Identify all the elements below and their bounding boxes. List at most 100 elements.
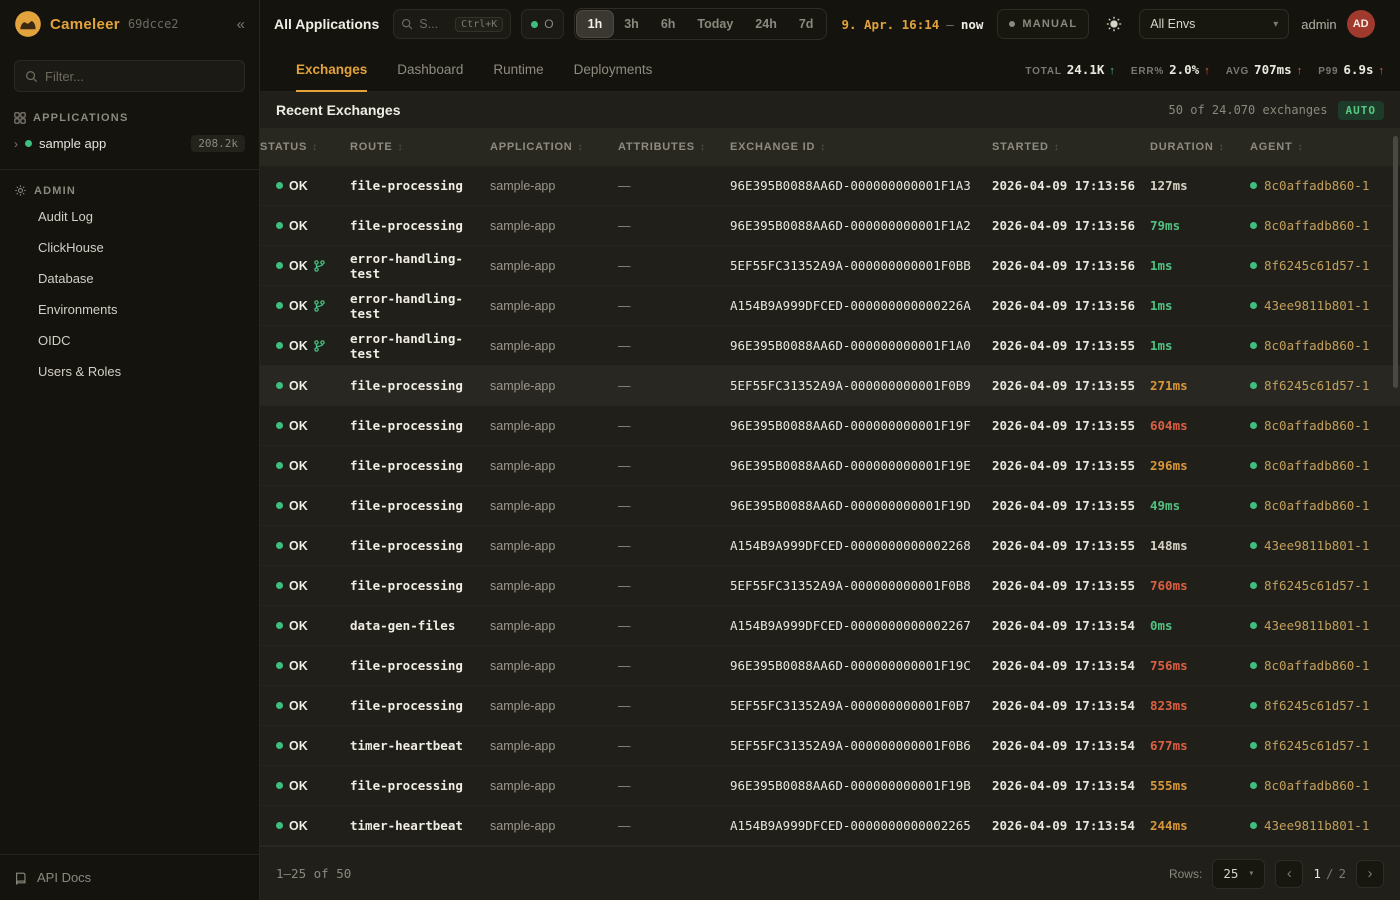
admin-nav-item[interactable]: ClickHouse: [0, 232, 259, 263]
column-label: EXCHANGE ID: [730, 141, 815, 153]
application-cell: sample-app: [490, 819, 618, 833]
application-cell: sample-app: [490, 179, 618, 193]
route-cell: file-processing: [350, 378, 490, 393]
application-tree-item[interactable]: › sample app 208.2k: [0, 128, 259, 159]
status-label: OK: [289, 539, 308, 553]
column-header[interactable]: APPLICATION ↕: [490, 141, 618, 153]
manual-status-dot: [1009, 21, 1015, 27]
tab[interactable]: Exchanges: [296, 48, 367, 91]
rows-per-page-select[interactable]: 25 ▾: [1212, 859, 1265, 889]
column-header[interactable]: ROUTE ↕: [350, 141, 490, 153]
duration-cell: 127ms: [1150, 178, 1250, 193]
theme-toggle-button[interactable]: [1099, 9, 1129, 39]
keyboard-shortcut-badge: Ctrl+K: [455, 17, 503, 32]
exchange-row[interactable]: OK file-processing sample-app — 5EF55FC3…: [260, 686, 1400, 726]
exchange-row[interactable]: OK file-processing sample-app — 5EF55FC3…: [260, 566, 1400, 606]
date-range[interactable]: 9. Apr. 16:14 – now: [841, 17, 983, 32]
date-range-end: now: [961, 17, 984, 32]
attributes-cell: —: [618, 739, 730, 753]
route-cell: error-handling-test: [350, 331, 490, 361]
exchange-row[interactable]: OK file-processing sample-app — 96E395B0…: [260, 206, 1400, 246]
exchange-row[interactable]: OK file-processing sample-app — 96E395B0…: [260, 486, 1400, 526]
manual-refresh-button[interactable]: MANUAL: [997, 9, 1089, 39]
agent-cell: 8f6245c61d57-1: [1250, 738, 1400, 753]
exchange-row[interactable]: OK file-processing sample-app — 96E395B0…: [260, 766, 1400, 806]
agent-id: 8f6245c61d57-1: [1264, 378, 1369, 393]
topbar: All Applications S... Ctrl+K O 1h 3h: [260, 0, 1400, 48]
application-cell: sample-app: [490, 459, 618, 473]
next-page-button[interactable]: ›: [1356, 860, 1384, 888]
vertical-scrollbar[interactable]: [1393, 136, 1398, 388]
search-input[interactable]: S... Ctrl+K: [393, 9, 511, 39]
agent-id: 43ee9811b801-1: [1264, 818, 1369, 833]
column-header[interactable]: STATUS ↕: [260, 141, 350, 153]
tab[interactable]: Dashboard: [397, 48, 463, 91]
exchange-row[interactable]: OK timer-heartbeat sample-app — 5EF55FC3…: [260, 726, 1400, 766]
status-cell: OK: [260, 419, 350, 433]
api-docs-link[interactable]: API Docs: [0, 854, 259, 900]
exchange-row[interactable]: OK file-processing sample-app — 96E395B0…: [260, 166, 1400, 206]
column-header[interactable]: ATTRIBUTES ↕: [618, 141, 730, 153]
column-header[interactable]: AGENT ↕: [1250, 141, 1400, 153]
column-header[interactable]: DURATION ↕: [1150, 141, 1250, 153]
avatar[interactable]: AD: [1347, 10, 1375, 38]
chevron-right-icon: ›: [14, 137, 18, 151]
admin-nav-item[interactable]: OIDC: [0, 325, 259, 356]
time-range-button[interactable]: Today: [686, 11, 744, 37]
admin-section-label: ADMIN: [34, 185, 76, 197]
route-cell: file-processing: [350, 578, 490, 593]
admin-nav-item[interactable]: Audit Log: [0, 201, 259, 232]
time-range-button[interactable]: 1h: [577, 11, 614, 37]
application-cell: sample-app: [490, 379, 618, 393]
exchange-row[interactable]: OK file-processing sample-app — 96E395B0…: [260, 646, 1400, 686]
agent-id: 8c0affadb860-1: [1264, 458, 1369, 473]
application-cell: sample-app: [490, 779, 618, 793]
exchange-row[interactable]: OK file-processing sample-app — A154B9A9…: [260, 526, 1400, 566]
exchange-id-cell: 5EF55FC31352A9A-000000000001F0B9: [730, 378, 992, 393]
started-cell: 2026-04-09 17:13:56: [992, 178, 1150, 193]
tab[interactable]: Deployments: [574, 48, 653, 91]
exchange-row[interactable]: OK error-handling-test sample-app — A154…: [260, 286, 1400, 326]
admin-nav-item[interactable]: Users & Roles: [0, 356, 259, 387]
agent-id: 8c0affadb860-1: [1264, 418, 1369, 433]
admin-nav-item[interactable]: Database: [0, 263, 259, 294]
sidebar-collapse-icon[interactable]: «: [237, 16, 245, 33]
agent-status-dot: [1250, 342, 1257, 349]
date-range-separator: –: [946, 17, 954, 32]
time-range-button[interactable]: 3h: [613, 11, 650, 37]
exchange-row[interactable]: OK timer-heartbeat sample-app — A154B9A9…: [260, 806, 1400, 846]
admin-nav-item[interactable]: Environments: [0, 294, 259, 325]
sidebar-filter-input[interactable]: Filter...: [14, 60, 245, 92]
exchange-row[interactable]: OK file-processing sample-app — 96E395B0…: [260, 406, 1400, 446]
ok-status-dot: [276, 222, 283, 229]
application-cell: sample-app: [490, 339, 618, 353]
exchange-row[interactable]: OK error-handling-test sample-app — 96E3…: [260, 326, 1400, 366]
trend-up-icon: ↑: [1109, 65, 1115, 77]
exchange-row[interactable]: OK file-processing sample-app — 96E395B0…: [260, 446, 1400, 486]
stat-value: 24.1K: [1067, 62, 1105, 77]
started-cell: 2026-04-09 17:13:54: [992, 818, 1150, 833]
quick-filter-toggle[interactable]: O: [521, 9, 563, 39]
tab[interactable]: Runtime: [493, 48, 543, 91]
time-range-button[interactable]: 7d: [788, 11, 825, 37]
column-header[interactable]: EXCHANGE ID ↕: [730, 141, 992, 153]
exchange-id-cell: 96E395B0088AA6D-000000000001F1A0: [730, 338, 992, 353]
duration-cell: 1ms: [1150, 298, 1250, 313]
time-range-button[interactable]: 6h: [650, 11, 687, 37]
rows-per-page-label: Rows:: [1169, 867, 1202, 881]
attributes-cell: —: [618, 419, 730, 433]
sort-icon: ↕: [820, 142, 826, 153]
column-header[interactable]: STARTED ↕: [992, 141, 1150, 153]
exchange-row[interactable]: OK file-processing sample-app — 5EF55FC3…: [260, 366, 1400, 406]
status-cell: OK: [260, 579, 350, 593]
time-range-button[interactable]: 24h: [744, 11, 788, 37]
environment-select[interactable]: All Envs ▾: [1139, 9, 1289, 39]
quick-filter-label: O: [544, 17, 553, 31]
exchange-row[interactable]: OK error-handling-test sample-app — 5EF5…: [260, 246, 1400, 286]
auto-refresh-badge[interactable]: AUTO: [1338, 101, 1385, 120]
prev-page-button[interactable]: ‹: [1275, 860, 1303, 888]
application-count-badge: 208.2k: [191, 135, 245, 152]
status-cell: OK: [260, 779, 350, 793]
sort-icon: ↕: [398, 142, 404, 153]
exchange-row[interactable]: OK data-gen-files sample-app — A154B9A99…: [260, 606, 1400, 646]
